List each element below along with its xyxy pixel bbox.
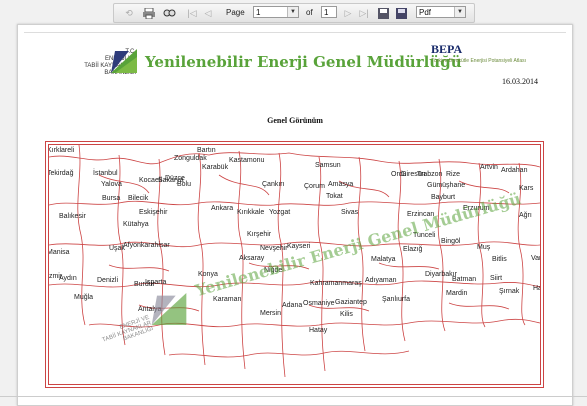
city-label: Eskişehir (139, 209, 168, 216)
refresh-icon[interactable]: ⟲ (122, 6, 136, 20)
city-label: Tekirdağ (48, 170, 74, 177)
city-label: Şanlıurfa (382, 296, 411, 303)
section-title: Genel Görünüm (267, 116, 323, 125)
prev-page-icon[interactable]: ◁ (202, 6, 214, 20)
city-label: Nevşehir (260, 245, 288, 252)
city-label: Kahramanmaraş (310, 280, 362, 287)
city-label: Kars (519, 185, 534, 192)
city-label: Yozgat (269, 209, 291, 216)
page-number-input[interactable]: 1 ▼ (253, 6, 299, 18)
last-page-icon[interactable]: ▷| (358, 6, 370, 20)
page-label: Page (226, 8, 245, 17)
city-label: Gümüşhane (427, 182, 466, 189)
city-label: Manisa (48, 249, 70, 256)
city-label: Artvin (480, 164, 498, 171)
report-page: T.C. ENERJİ VE TABİİ KAYNAKLAR BAKANLIĞI… (17, 24, 573, 406)
city-label: Çorum (304, 183, 326, 190)
city-label: Muğla (74, 294, 94, 301)
city-label: Van (531, 255, 540, 262)
city-label: Şırnak (499, 288, 520, 295)
report-date: 16.03.2014 (502, 77, 538, 86)
export-format-select[interactable]: Pdf ▼ (416, 6, 466, 18)
city-label: Aydın (59, 275, 77, 282)
city-label: Rize (446, 171, 461, 178)
city-label: Denizli (97, 277, 119, 284)
next-page-icon[interactable]: ▷ (342, 6, 354, 20)
city-label: Bursa (102, 195, 121, 202)
turkey-map: Kırklareli Tekirdağ İstanbul Yalova Koca… (48, 144, 541, 385)
first-page-icon[interactable]: |◁ (186, 6, 198, 20)
city-label: Çankırı (262, 181, 285, 188)
organization-name: Yenilenebilir Enerji Genel Müdürlüğü (145, 53, 462, 71)
city-label: Bilecik (128, 195, 149, 202)
page-number-value: 1 (256, 8, 261, 17)
city-label: Balıkesir (59, 213, 86, 220)
city-label: Hatay (309, 327, 328, 334)
total-pages-field: 1 (321, 6, 337, 18)
city-label: Tokat (326, 193, 343, 200)
map-frame: Kırklareli Tekirdağ İstanbul Yalova Koca… (45, 141, 544, 388)
city-label: Trabzon (417, 171, 443, 178)
city-label: Ankara (211, 205, 234, 212)
city-label: Bartın (197, 147, 216, 154)
city-label: Mardin (446, 290, 468, 297)
city-label: Osmaniye (303, 300, 335, 307)
city-label: Kütahya (123, 221, 149, 228)
city-label: Samsun (315, 162, 341, 169)
ministry-logo (111, 49, 137, 73)
page-divider (24, 32, 566, 33)
save-icon[interactable] (376, 6, 390, 20)
city-label: Muş (477, 244, 491, 251)
city-label: Mersin (260, 310, 282, 317)
city-label: Yalova (101, 181, 122, 188)
city-label: Isparta (145, 279, 167, 286)
city-label: Hakkari (533, 285, 540, 292)
viewer-bottom-border (0, 396, 587, 397)
city-label: Malatya (371, 256, 396, 263)
city-label: Bayburt (431, 194, 456, 201)
city-label: Kırıkkale (237, 209, 265, 216)
city-label: Ağrı (519, 212, 532, 219)
city-label: Gaziantep (335, 299, 367, 306)
city-label: İstanbul (93, 170, 118, 177)
city-label: Adana (282, 302, 303, 309)
print-icon[interactable] (142, 6, 156, 20)
city-label: Batman (452, 276, 477, 283)
city-label: Adıyaman (365, 277, 397, 284)
city-label: Elazığ (403, 246, 423, 253)
bepa-title: BEPA (431, 42, 463, 56)
city-label: Kastamonu (229, 157, 265, 164)
chevron-down-icon[interactable]: ▼ (454, 7, 465, 17)
chevron-down-icon[interactable]: ▼ (287, 7, 298, 17)
city-label: Sivas (341, 209, 359, 216)
bepa-subtitle: Türkiye Biyokütle Enerjisi Potansiyeli A… (431, 58, 527, 64)
city-label: Kilis (340, 311, 353, 318)
city-label: Amasya (328, 181, 354, 188)
export-format-value: Pdf (419, 8, 432, 17)
city-label: Karaman (213, 296, 242, 303)
city-label: Kırşehir (247, 231, 272, 238)
city-label: Kırklareli (48, 147, 75, 154)
city-label: Afyonkarahisar (123, 242, 170, 249)
city-label: Karabük (202, 164, 229, 171)
city-label: Siirt (490, 275, 503, 282)
report-viewer-toolbar: ⟲ |◁ ◁ Page 1 ▼ of 1 ▷ ▷| Pdf ▼ (113, 3, 475, 23)
city-label: Bingöl (441, 238, 461, 245)
city-label: Bitlis (492, 256, 507, 263)
of-label: of (306, 8, 313, 17)
find-icon[interactable] (162, 6, 176, 20)
city-label: Zonguldak (174, 155, 207, 162)
city-label: Bolu (177, 181, 192, 188)
watermark-logo (151, 293, 187, 325)
city-label: Ardahan (501, 167, 528, 174)
export-icon[interactable] (394, 6, 408, 20)
total-pages-value: 1 (324, 8, 329, 17)
